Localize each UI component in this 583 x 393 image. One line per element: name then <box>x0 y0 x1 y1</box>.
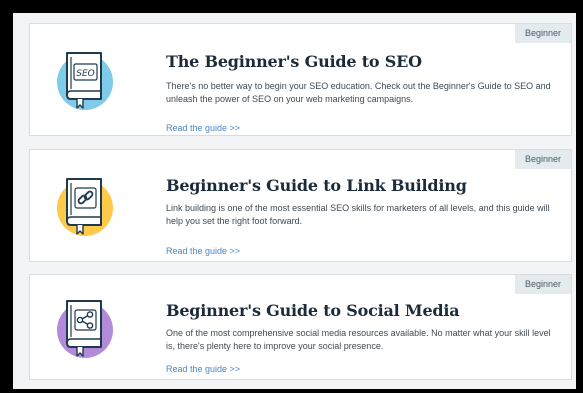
level-badge: Beginner <box>514 150 571 169</box>
link-book-icon <box>57 178 113 236</box>
guide-title: Beginner's Guide to Link Building <box>166 176 467 195</box>
guide-description: Link building is one of the most essenti… <box>166 203 550 226</box>
guide-card-link-building: Beginner Beginner's Guide to Link Buildi… <box>29 149 572 262</box>
guide-card-social-media: Beginner Beginner's Guide to Social Medi… <box>29 274 572 380</box>
guide-title: The Beginner's Guide to SEO <box>166 52 422 71</box>
guide-list: Beginner SEO The Beginner's Guide to SEO… <box>13 13 576 389</box>
level-badge: Beginner <box>514 275 571 294</box>
guide-description: There's no better way to begin your SEO … <box>166 81 551 104</box>
guide-card-seo: Beginner SEO The Beginner's Guide to SEO… <box>29 23 572 136</box>
guide-title: Beginner's Guide to Social Media <box>166 301 460 320</box>
read-guide-link[interactable]: Read the guide >> <box>166 364 240 374</box>
seo-icon-text: SEO <box>76 69 94 79</box>
level-badge: Beginner <box>514 24 571 43</box>
guide-description: One of the most comprehensive social med… <box>166 328 551 351</box>
read-guide-link[interactable]: Read the guide >> <box>166 123 240 133</box>
read-guide-link[interactable]: Read the guide >> <box>166 246 240 256</box>
share-book-icon <box>57 300 113 358</box>
seo-book-icon: SEO <box>57 52 113 110</box>
